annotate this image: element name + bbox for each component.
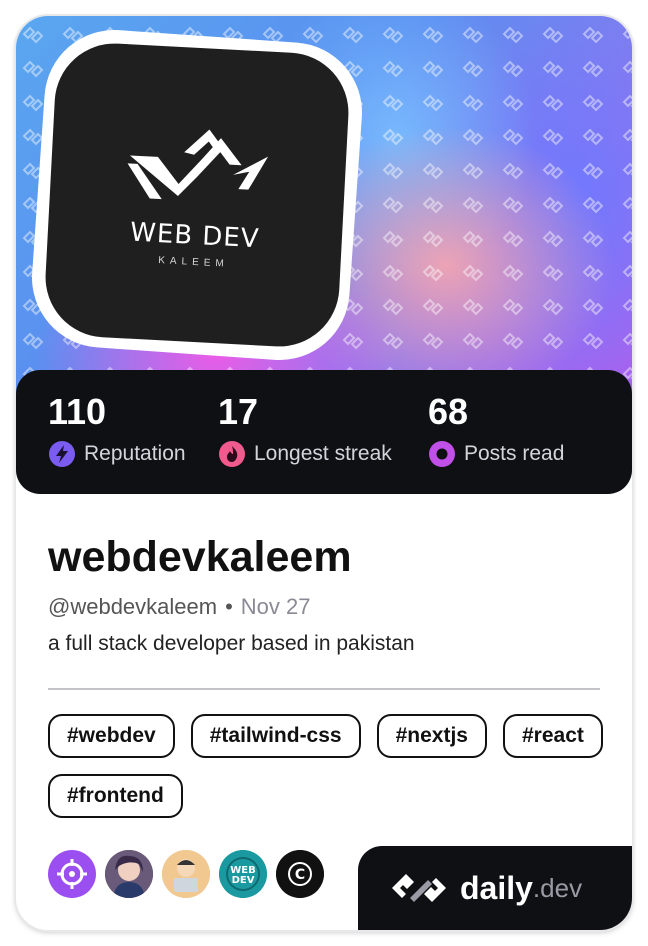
lightning-icon bbox=[49, 441, 75, 467]
tag-nextjs[interactable]: #nextjs bbox=[376, 714, 487, 758]
cover-background: WEB DEV KALEEM bbox=[16, 16, 632, 416]
squad-crosshair[interactable] bbox=[48, 850, 96, 898]
logo-subtitle: KALEEM bbox=[157, 254, 230, 270]
daily-dev-brand[interactable]: daily .dev bbox=[358, 846, 632, 930]
tag-list: #webdev #tailwind-css #nextjs #react #fr… bbox=[48, 714, 608, 818]
squad-laptop[interactable] bbox=[162, 850, 210, 898]
brand-suffix: .dev bbox=[532, 872, 583, 903]
squad-anime[interactable] bbox=[105, 850, 153, 898]
profile-bio: a full stack developer based in pakistan bbox=[48, 632, 415, 655]
stat-value: 68 bbox=[428, 391, 469, 432]
stat-longest-streak: 17 Longest streak bbox=[218, 390, 392, 468]
separator-dot: • bbox=[225, 594, 233, 619]
web-dev-logo-icon bbox=[127, 129, 269, 199]
tag-frontend[interactable]: #frontend bbox=[48, 774, 183, 818]
avatar-anime-icon bbox=[105, 850, 153, 898]
daily-dev-logo-icon bbox=[392, 874, 446, 902]
stat-posts-read: 68 Posts read bbox=[428, 390, 564, 468]
svg-text:DEV: DEV bbox=[232, 875, 255, 886]
web-dev-badge-icon: WEB DEV bbox=[219, 850, 267, 898]
ring-icon bbox=[429, 441, 455, 467]
squad-c[interactable]: C bbox=[276, 850, 324, 898]
logo-title: WEB DEV bbox=[129, 217, 261, 254]
tag-webdev[interactable]: #webdev bbox=[48, 714, 175, 758]
avatar[interactable]: WEB DEV KALEEM bbox=[42, 40, 352, 350]
stat-label: Reputation bbox=[84, 442, 186, 465]
devcard: WEB DEV KALEEM 110 Reputation 17 Longest… bbox=[16, 16, 632, 930]
tag-tailwind-css[interactable]: #tailwind-css bbox=[190, 714, 361, 758]
stat-label: Longest streak bbox=[254, 442, 392, 465]
stats-bar: 110 Reputation 17 Longest streak 68 Post… bbox=[16, 370, 632, 494]
profile-name: webdevkaleem bbox=[48, 533, 352, 581]
brand-name: daily bbox=[460, 869, 533, 906]
flame-icon bbox=[219, 441, 245, 467]
stat-label: Posts read bbox=[464, 442, 565, 465]
divider bbox=[48, 688, 600, 690]
handle-row: @webdevkaleem • Nov 27 bbox=[48, 594, 600, 620]
squad-web-dev[interactable]: WEB DEV bbox=[219, 850, 267, 898]
stat-reputation: 110 Reputation bbox=[48, 390, 186, 468]
profile-info: webdevkaleem @webdevkaleem • Nov 27 a fu… bbox=[48, 530, 600, 656]
squad-list: WEB DEV C bbox=[48, 850, 324, 898]
c-logo-icon: C bbox=[276, 850, 324, 898]
crosshair-icon bbox=[57, 859, 87, 889]
svg-text:C: C bbox=[295, 867, 305, 883]
stat-value: 110 bbox=[48, 391, 107, 432]
stat-value: 17 bbox=[218, 391, 259, 432]
profile-handle[interactable]: @webdevkaleem bbox=[48, 594, 217, 620]
avatar-laptop-icon bbox=[162, 850, 210, 898]
join-date: Nov 27 bbox=[240, 594, 311, 619]
avatar-frame: WEB DEV KALEEM bbox=[27, 25, 367, 365]
tag-react[interactable]: #react bbox=[502, 714, 603, 758]
